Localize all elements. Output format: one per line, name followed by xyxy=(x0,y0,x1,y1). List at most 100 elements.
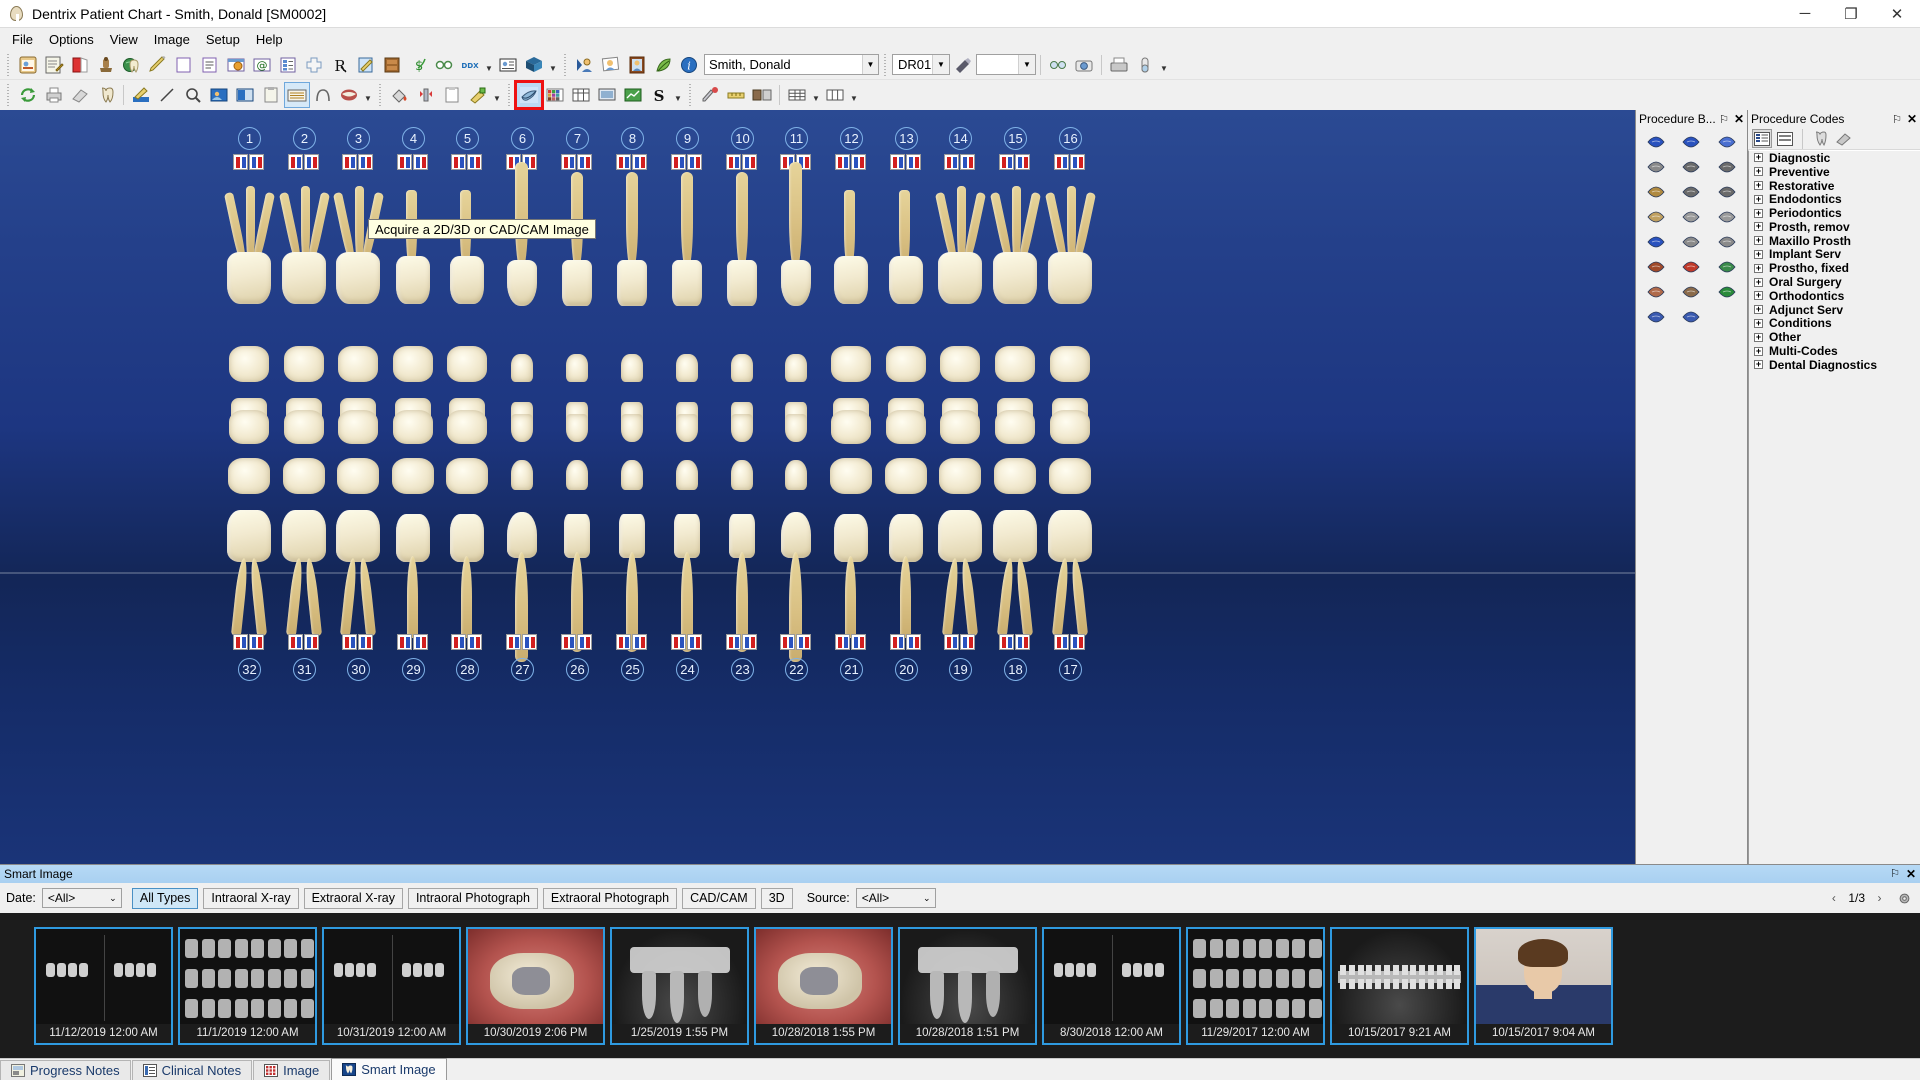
gear-icon[interactable] xyxy=(1894,888,1914,908)
pill-icon[interactable] xyxy=(1132,52,1158,78)
tooth-status-boxes-1[interactable] xyxy=(233,154,265,170)
questionnaire-icon[interactable] xyxy=(275,52,301,78)
chart-toolbar-grip[interactable] xyxy=(5,84,12,106)
tooth-lingual[interactable] xyxy=(447,410,487,444)
amalgam-mod-icon[interactable] xyxy=(1675,132,1709,152)
tooth-status-boxes-26[interactable] xyxy=(561,634,593,650)
status-box[interactable] xyxy=(906,634,921,650)
tooth-number-3[interactable]: 3 xyxy=(347,127,370,150)
tooth-incisal[interactable] xyxy=(566,460,588,490)
tooth-crown[interactable] xyxy=(889,514,923,562)
tooth-crown[interactable] xyxy=(781,260,811,306)
patient-picture-icon[interactable] xyxy=(598,52,624,78)
smart-image-leaf-icon[interactable] xyxy=(650,52,676,78)
green-chart-icon[interactable] xyxy=(620,82,646,108)
status-box[interactable] xyxy=(577,634,592,650)
tooth-root[interactable] xyxy=(248,557,268,637)
tooth-number-21[interactable]: 21 xyxy=(840,658,863,681)
thumbnail-image-fmx-series[interactable] xyxy=(1188,928,1323,1024)
status-box[interactable] xyxy=(742,634,757,650)
pin-icon[interactable]: ⚐ xyxy=(1890,867,1900,881)
tooth-incisal[interactable] xyxy=(676,460,698,490)
inlay-icon[interactable] xyxy=(1675,232,1709,252)
ddx-icon[interactable]: DDX xyxy=(457,52,483,78)
procedure-category-preventive[interactable]: + Preventive xyxy=(1749,165,1920,179)
tooth-occlusal[interactable] xyxy=(447,346,487,382)
chevron-down-icon[interactable]: ⌄ xyxy=(105,893,121,904)
composite-hatch-icon[interactable] xyxy=(1710,132,1744,152)
tooth-number-23[interactable]: 23 xyxy=(731,658,754,681)
palette-dropdown-caret-icon[interactable]: ▼ xyxy=(491,82,503,108)
list-compact-view-icon[interactable] xyxy=(1775,129,1795,148)
type-filter-cad-cam[interactable]: CAD/CAM xyxy=(682,887,756,909)
status-box[interactable] xyxy=(960,154,975,170)
status-box[interactable] xyxy=(413,154,428,170)
status-box[interactable] xyxy=(632,154,647,170)
crown-160-icon[interactable] xyxy=(1675,182,1709,202)
close-button[interactable]: ✕ xyxy=(1874,0,1920,28)
tooth-crown[interactable] xyxy=(727,260,757,306)
tooth-status-boxes-2[interactable] xyxy=(288,154,320,170)
expand-icon[interactable]: + xyxy=(1754,208,1763,218)
tooth-crown[interactable] xyxy=(781,512,811,558)
close-icon[interactable]: ✕ xyxy=(1907,112,1917,126)
tooth-occlusal[interactable] xyxy=(886,346,926,382)
tooth-number-26[interactable]: 26 xyxy=(566,658,589,681)
crown-160b-icon[interactable] xyxy=(1710,182,1744,202)
tooth-number-12[interactable]: 12 xyxy=(840,127,863,150)
tooth-status-boxes-16[interactable] xyxy=(1054,154,1086,170)
tooth-occlusal[interactable] xyxy=(995,346,1035,382)
tooth-root[interactable] xyxy=(681,172,693,272)
blank-document-icon[interactable] xyxy=(171,52,197,78)
type-filter-all-types[interactable]: All Types xyxy=(131,887,199,909)
tooth-chart-icon[interactable] xyxy=(93,82,119,108)
tooth-number-22[interactable]: 22 xyxy=(785,658,808,681)
ledger-book-icon[interactable] xyxy=(67,52,93,78)
tooth-occlusal[interactable] xyxy=(338,346,378,382)
minimize-button[interactable]: ─ xyxy=(1782,0,1828,28)
image-thumbnail[interactable]: 11/1/2019 12:00 AM xyxy=(178,926,317,1045)
procedure-codes-list[interactable]: + Diagnostic + Preventive + Restorative + Endod… xyxy=(1748,150,1920,864)
crown-120-icon[interactable] xyxy=(1675,157,1709,177)
tooth-incisal[interactable] xyxy=(785,354,807,382)
camera-icon[interactable] xyxy=(1071,52,1097,78)
tooth-number-13[interactable]: 13 xyxy=(895,127,918,150)
tooth-crown[interactable] xyxy=(889,256,923,304)
thumbnail-image-bitewing-xray[interactable] xyxy=(1044,928,1179,1024)
thumbnail-image-panoramic-xray[interactable] xyxy=(1332,928,1467,1024)
tooth-root[interactable] xyxy=(626,172,638,272)
procedure-category-adjunct-serv[interactable]: + Adjunct Serv xyxy=(1749,303,1920,317)
tooth-status-boxes-28[interactable] xyxy=(451,634,483,650)
tooth-status-boxes-31[interactable] xyxy=(288,634,320,650)
grid-layout-icon[interactable] xyxy=(784,82,810,108)
tooth-number-11[interactable]: 11 xyxy=(785,127,808,150)
bridge-a-icon[interactable] xyxy=(1675,207,1709,227)
patient-clipboard-icon[interactable] xyxy=(15,52,41,78)
magnifier-icon[interactable] xyxy=(180,82,206,108)
date-filter-select[interactable]: <All> ⌄ xyxy=(41,888,122,908)
image-thumbnail[interactable]: 10/31/2019 12:00 AM xyxy=(322,926,461,1045)
status-box[interactable] xyxy=(632,634,647,650)
tooth-crown[interactable] xyxy=(336,252,380,304)
tab-progress-notes[interactable]: Progress Notes xyxy=(0,1060,131,1080)
tooth-number-15[interactable]: 15 xyxy=(1004,127,1027,150)
tooth-root[interactable] xyxy=(941,557,961,637)
tooth-incisal[interactable] xyxy=(566,354,588,382)
tooth-crown[interactable] xyxy=(993,510,1037,562)
expand-icon[interactable]: + xyxy=(1754,291,1763,301)
status-box[interactable] xyxy=(890,154,905,170)
patient-referral-icon[interactable] xyxy=(431,52,457,78)
ortho-brush-icon[interactable] xyxy=(950,52,976,78)
arch-icon[interactable] xyxy=(310,82,336,108)
office-journal-icon[interactable] xyxy=(223,52,249,78)
tooth-lingual[interactable] xyxy=(831,410,871,444)
partial-icon[interactable] xyxy=(1675,282,1709,302)
tooth-lingual[interactable] xyxy=(731,414,753,442)
tooth-root[interactable] xyxy=(461,556,472,638)
tooth-status-boxes-12[interactable] xyxy=(835,154,867,170)
tooth-crown[interactable] xyxy=(834,256,868,304)
tooth-crown[interactable] xyxy=(282,252,326,304)
implant-icon[interactable] xyxy=(413,82,439,108)
tooth-crown[interactable] xyxy=(507,512,537,558)
mouth-dropdown-caret-icon[interactable]: ▼ xyxy=(362,82,374,108)
